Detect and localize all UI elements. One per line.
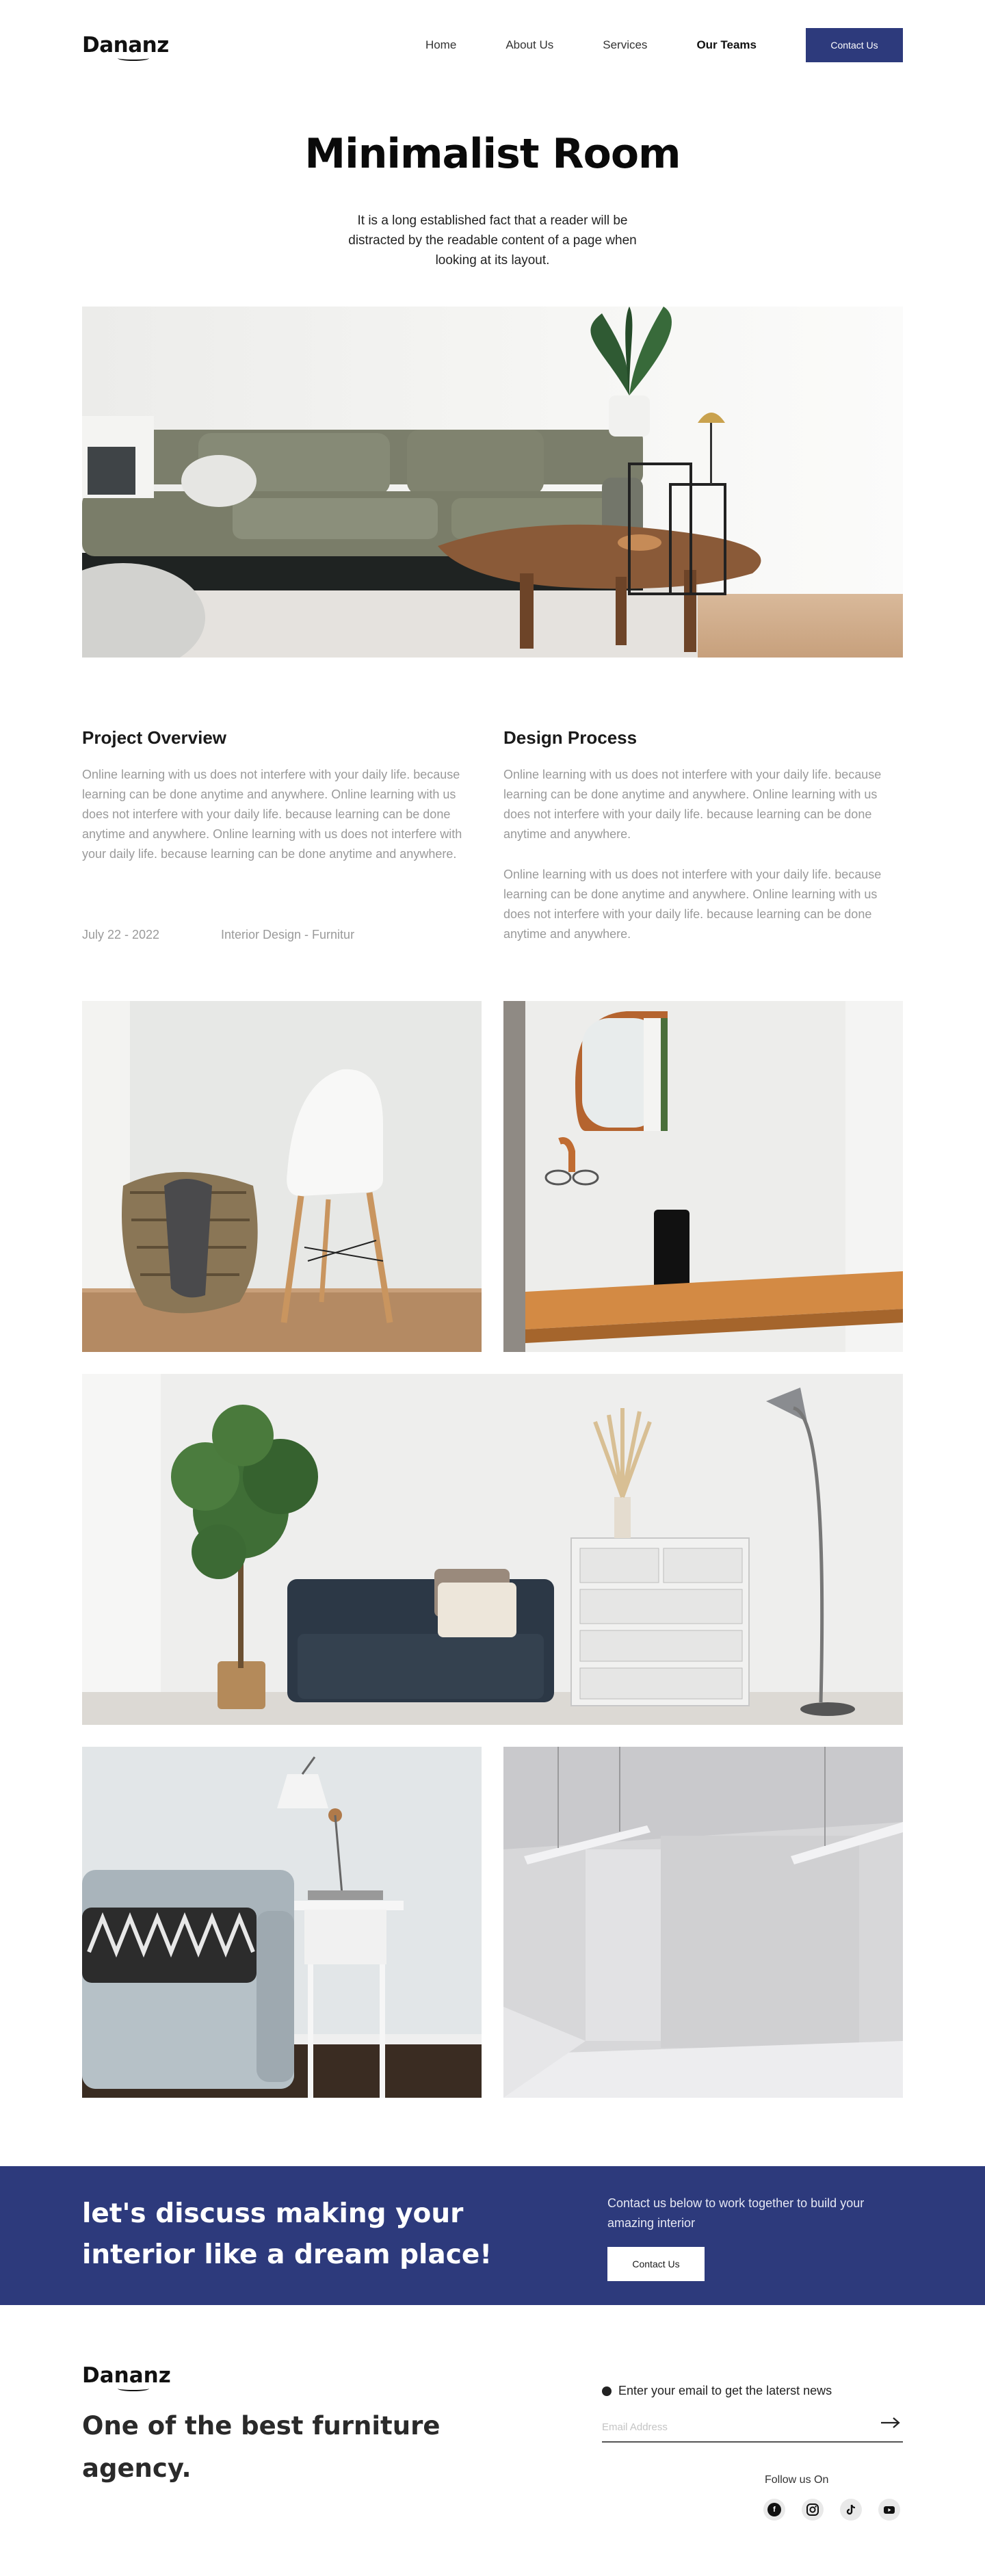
youtube-icon[interactable] xyxy=(878,2499,900,2521)
project-overview-text: Online learning with us does not interfe… xyxy=(82,768,462,861)
gallery-image-empty-room xyxy=(503,1747,903,2098)
gallery-image-mirror-shelf xyxy=(503,1001,903,1352)
footer-brand-logo[interactable]: Dananz xyxy=(82,2363,171,2391)
nav-link-about-us[interactable]: About Us xyxy=(505,38,553,52)
gallery-image-chair-basket xyxy=(82,1001,482,1352)
newsletter-label-text: Enter your email to get the laterst news xyxy=(618,2384,832,2397)
design-process-paragraph: Online learning with us does not interfe… xyxy=(503,768,882,841)
nav-links: Home About Us Services Our Teams Contact… xyxy=(425,28,903,62)
bullet-icon xyxy=(602,2386,612,2396)
cta-headline: let's discuss making your interior like … xyxy=(82,2198,492,2270)
social-links: f xyxy=(763,2499,900,2521)
gallery-image-grey-sofa-lamp xyxy=(82,1747,482,2098)
cta-banner: let's discuss making your interior like … xyxy=(0,2166,985,2305)
top-navbar: Dananz Home About Us Services Our Teams … xyxy=(82,27,903,63)
email-field[interactable] xyxy=(602,2412,903,2443)
gallery-image-blue-sofa xyxy=(82,1374,903,1725)
design-process-paragraph: Online learning with us does not interfe… xyxy=(503,868,882,941)
cta-text: Contact us below to work together to bui… xyxy=(607,2196,865,2230)
page-title: Minimalist Room xyxy=(304,130,681,178)
project-date: July 22 - 2022 xyxy=(82,928,160,941)
brand-logo[interactable]: Dananz xyxy=(82,33,169,61)
facebook-icon[interactable]: f xyxy=(763,2499,785,2521)
arrow-right-icon[interactable] xyxy=(880,2412,902,2433)
hero-description: It is a long established fact that a rea… xyxy=(348,213,637,268)
nav-link-services[interactable]: Services xyxy=(603,38,647,52)
tiktok-icon[interactable] xyxy=(840,2499,862,2521)
nav-link-home[interactable]: Home xyxy=(425,38,456,52)
contact-us-button[interactable]: Contact Us xyxy=(806,28,903,62)
nav-link-our-teams[interactable]: Our Teams xyxy=(696,38,757,52)
hero-image-living-room xyxy=(82,307,903,658)
follow-label: Follow us On xyxy=(765,2474,829,2486)
project-category: Interior Design - Furnitur xyxy=(221,928,355,941)
cta-contact-button[interactable]: Contact Us xyxy=(607,2247,705,2281)
instagram-icon[interactable] xyxy=(802,2499,824,2521)
design-process-title: Design Process xyxy=(503,727,638,748)
project-overview-title: Project Overview xyxy=(82,727,226,748)
footer-tagline: One of the best furniture agency. xyxy=(82,2411,441,2483)
newsletter-label: Enter your email to get the laterst news xyxy=(602,2384,832,2398)
